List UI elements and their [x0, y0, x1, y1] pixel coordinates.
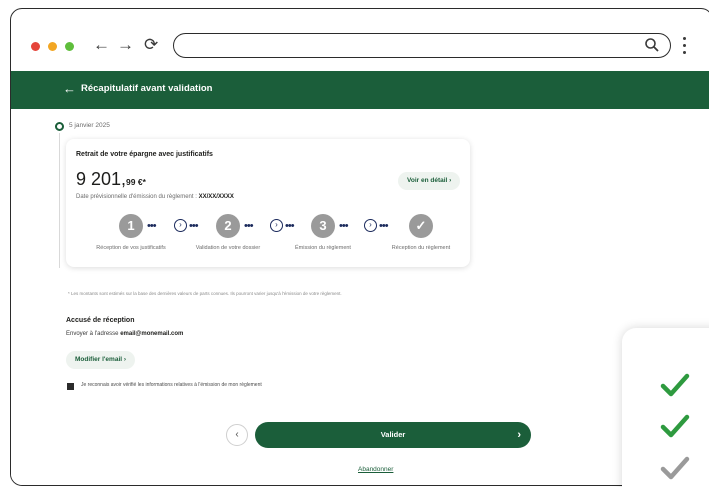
amount: 9 201,99 €* [76, 169, 146, 190]
amount-integer: 9 201, [76, 169, 127, 189]
modify-email-label: Modifier l'email [75, 356, 123, 363]
chevron-right-icon: › [517, 429, 521, 441]
timeline-marker [55, 122, 64, 131]
footnote: * Les montants sont estimés sur la base … [68, 291, 342, 296]
browser-back-icon[interactable]: ← [93, 36, 110, 54]
chevron-right-icon: › [449, 177, 452, 184]
withdrawal-summary-card: Retrait de votre épargne avec justificat… [66, 139, 470, 267]
checklist-panel [622, 328, 709, 487]
receipt-label: Envoyer à l'adresse [66, 331, 119, 337]
step-4-label: Réception du règlement [391, 245, 451, 251]
page-title: Récapitulatif avant validation [81, 83, 213, 94]
step-3-circle: 3 [311, 214, 335, 238]
timeline-line [59, 133, 60, 268]
step-connector-dots: ••• [285, 220, 295, 232]
modify-email-button[interactable]: Modifier l'email › [66, 351, 136, 369]
browser-menu-icon[interactable] [683, 37, 687, 57]
validate-label: Valider [380, 430, 406, 439]
check-green-icon [660, 373, 690, 397]
receipt-title: Accusé de réception [66, 317, 135, 324]
browser-forward-icon[interactable]: → [117, 36, 134, 54]
close-window-dot[interactable] [31, 42, 40, 51]
step-connector-chevron-icon: › [270, 219, 283, 232]
check-grey-icon [660, 456, 690, 480]
timeline-date: 5 janvier 2025 [69, 122, 110, 129]
step-connector-dots: ••• [147, 220, 157, 232]
address-bar[interactable] [173, 33, 671, 58]
previous-button[interactable]: ‹ [226, 424, 248, 446]
view-detail-button[interactable]: Voir en détail › [398, 172, 461, 190]
card-title: Retrait de votre épargne avec justificat… [76, 151, 213, 158]
emission-date: Date prévisionnelle d'émission du règlem… [76, 194, 234, 200]
back-arrow-icon[interactable]: ← [63, 81, 76, 96]
main-content: 5 janvier 2025 Retrait de votre épargne … [11, 109, 709, 485]
check-green-icon [660, 414, 690, 438]
search-icon[interactable] [644, 37, 660, 53]
confirm-checkbox[interactable] [67, 383, 74, 390]
step-connector-dots: ••• [189, 220, 199, 232]
view-detail-label: Voir en détail [407, 177, 448, 184]
step-connector-chevron-icon: › [174, 219, 187, 232]
browser-reload-icon[interactable]: ⟳ [144, 36, 158, 54]
browser-window: ← → ⟳ ← Récapitulatif avant validation 5… [10, 8, 709, 486]
step-1-label: Réception de vos justificatifs [96, 245, 166, 251]
step-3-label: Émission du règlement [295, 245, 351, 251]
app-header: ← Récapitulatif avant validation [11, 71, 709, 109]
validate-button[interactable]: Valider › [255, 422, 531, 448]
maximize-window-dot[interactable] [65, 42, 74, 51]
amount-decimal: 99 €* [126, 177, 146, 187]
receipt-email: email@monemail.com [120, 331, 184, 337]
step-connector-chevron-icon: › [364, 219, 377, 232]
step-4-check-icon: ✓ [409, 214, 433, 238]
browser-chrome: ← → ⟳ [11, 9, 709, 71]
emission-date-value: XX/XX/XXXX [198, 194, 234, 200]
step-2-label: Validation de votre dossier [195, 245, 261, 251]
step-connector-dots: ••• [244, 220, 254, 232]
emission-date-label: Date prévisionnelle d'émission du règlem… [76, 194, 197, 200]
step-1-circle: 1 [119, 214, 143, 238]
abandon-link[interactable]: Abandonner [358, 466, 393, 473]
confirm-checkbox-label[interactable]: Je reconnais avoir vérifié les informati… [81, 382, 262, 388]
step-2-circle: 2 [216, 214, 240, 238]
step-connector-dots: ••• [379, 220, 389, 232]
step-connector-dots: ••• [339, 220, 349, 232]
chevron-right-icon: › [123, 356, 127, 363]
minimize-window-dot[interactable] [48, 42, 57, 51]
receipt-text: Envoyer à l'adresse email@monemail.com [66, 331, 183, 337]
